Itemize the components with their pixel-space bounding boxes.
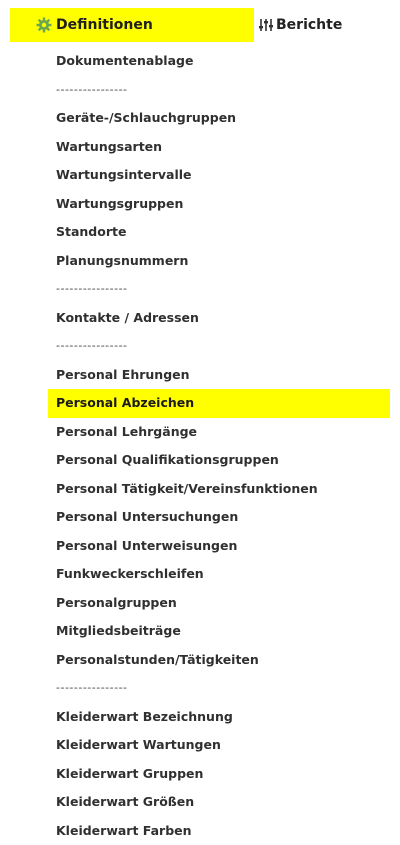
menu-separator: ---------------- xyxy=(48,275,393,304)
menu-item-dokumentenablage[interactable]: Dokumentenablage xyxy=(48,47,393,76)
menu-item-wartungsarten[interactable]: Wartungsarten xyxy=(48,133,393,162)
gear-icon xyxy=(36,17,52,33)
menu-item-personalgruppen[interactable]: Personalgruppen xyxy=(48,589,393,618)
menu-separator: ---------------- xyxy=(48,76,393,105)
menu-item-kleiderwart-groessen[interactable]: Kleiderwart Größen xyxy=(48,788,393,817)
menu-item-wartungsgruppen[interactable]: Wartungsgruppen xyxy=(48,190,393,219)
tab-berichte[interactable]: Berichte xyxy=(256,8,342,42)
definitions-menu: Dokumentenablage----------------Geräte-/… xyxy=(48,47,393,845)
menu-item-kleiderwart-farben[interactable]: Kleiderwart Farben xyxy=(48,817,393,845)
menu-item-personal-taetigkeit-vereinsfunktionen[interactable]: Personal Tätigkeit/Vereinsfunktionen xyxy=(48,475,393,504)
menu-separator: ---------------- xyxy=(48,674,393,703)
menu-item-standorte[interactable]: Standorte xyxy=(48,218,393,247)
menu-item-personal-untersuchungen[interactable]: Personal Untersuchungen xyxy=(48,503,393,532)
menu-item-personal-lehrgaenge[interactable]: Personal Lehrgänge xyxy=(48,418,393,447)
tab-definitionen[interactable]: Definitionen xyxy=(10,8,254,42)
sliders-icon xyxy=(258,17,274,33)
menu-item-personalstunden-taetigkeiten[interactable]: Personalstunden/Tätigkeiten xyxy=(48,646,393,675)
menu-separator: ---------------- xyxy=(48,332,393,361)
menu-item-funkweckerschleifen[interactable]: Funkweckerschleifen xyxy=(48,560,393,589)
menu-item-personal-unterweisungen[interactable]: Personal Unterweisungen xyxy=(48,532,393,561)
menu-item-personal-qualifikationsgruppen[interactable]: Personal Qualifikationsgruppen xyxy=(48,446,393,475)
menu-item-kleiderwart-bezeichnung[interactable]: Kleiderwart Bezeichnung xyxy=(48,703,393,732)
menu-item-personal-ehrungen[interactable]: Personal Ehrungen xyxy=(48,361,393,390)
menu-item-planungsnummern[interactable]: Planungsnummern xyxy=(48,247,393,276)
menu-item-personal-abzeichen[interactable]: Personal Abzeichen xyxy=(48,389,390,418)
menu-item-geraete-schlauchgruppen[interactable]: Geräte-/Schlauchgruppen xyxy=(48,104,393,133)
menu-item-kleiderwart-gruppen[interactable]: Kleiderwart Gruppen xyxy=(48,760,393,789)
menu-item-kleiderwart-wartungen[interactable]: Kleiderwart Wartungen xyxy=(48,731,393,760)
menu-item-kontakte-adressen[interactable]: Kontakte / Adressen xyxy=(48,304,393,333)
tab-berichte-label: Berichte xyxy=(276,17,342,33)
menu-item-mitgliedsbeitraege[interactable]: Mitgliedsbeiträge xyxy=(48,617,393,646)
tab-definitionen-label: Definitionen xyxy=(56,17,153,33)
top-tabs: Definitionen Berichte xyxy=(0,0,400,50)
menu-item-wartungsintervalle[interactable]: Wartungsintervalle xyxy=(48,161,393,190)
